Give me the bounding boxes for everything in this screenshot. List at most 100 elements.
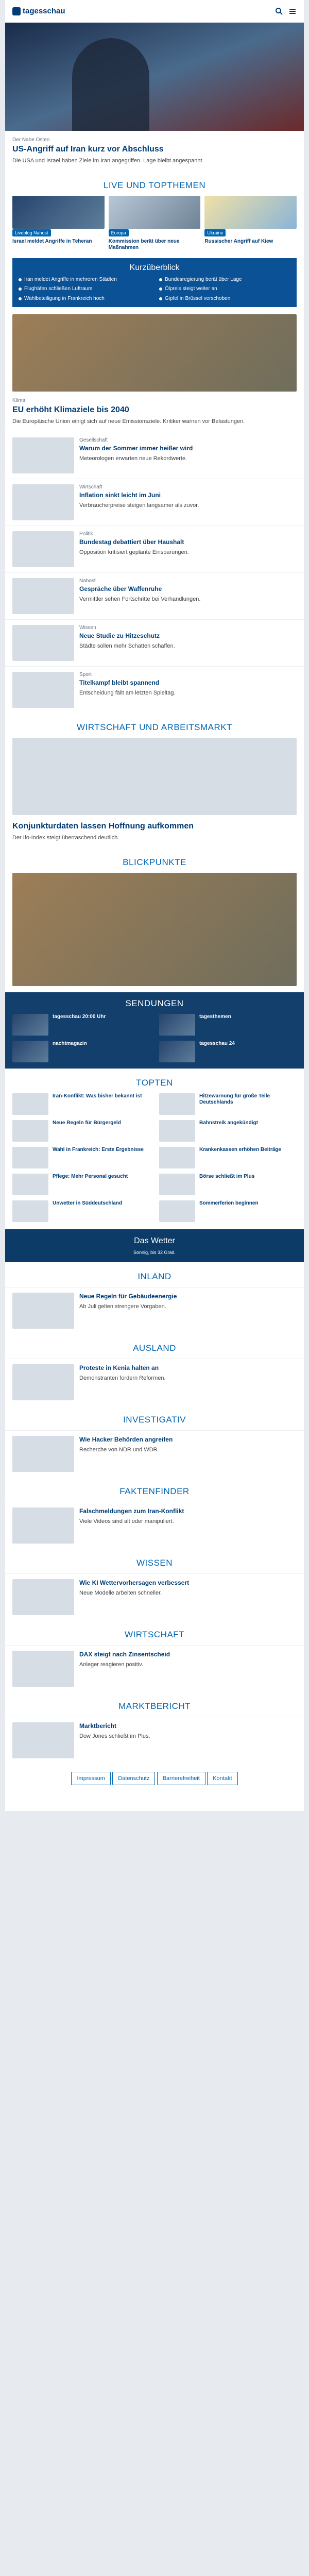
- story-image: [12, 578, 74, 615]
- topten-grid: Iran-Konflikt: Was bisher bekannt ist Hi…: [5, 1093, 304, 1229]
- topten-title-text: Iran-Konflikt: Was bisher bekannt ist: [53, 1093, 142, 1099]
- story-kicker: Gesellschaft: [79, 437, 108, 444]
- story-text: Verbraucherpreise steigen langsamer als …: [79, 502, 199, 509]
- story-headline[interactable]: Bundestag debattiert über Haushalt: [79, 538, 297, 546]
- focus-image[interactable]: [12, 873, 297, 987]
- lead-headline[interactable]: EU erhöht Klimaziele bis 2040: [12, 405, 297, 415]
- hero-image[interactable]: [5, 23, 304, 131]
- investigative-story[interactable]: Wie Hacker Behörden angreifen Recherche v…: [5, 1430, 304, 1477]
- topten-item[interactable]: Hitzewarnung für große Teile Deutschland…: [159, 1093, 297, 1115]
- summary-item[interactable]: Gipfel in Brüssel verschoben: [159, 296, 290, 302]
- economy-text: Der Ifo-Index steigt überraschend deutli…: [12, 835, 119, 841]
- story-row[interactable]: Wirtschaft Inflation sinkt leicht im Juni…: [5, 479, 304, 526]
- lead-story[interactable]: Klima EU erhöht Klimaziele bis 2040 Die …: [5, 392, 304, 432]
- live-label: Ukraine: [204, 229, 226, 236]
- broadcast-title: nachtmagazin: [53, 1041, 87, 1047]
- market-story[interactable]: Marktbericht Dow Jones schließt im Plus.: [5, 1717, 304, 1764]
- lead-image[interactable]: [12, 314, 297, 392]
- bullet-icon: [159, 297, 162, 300]
- abroad-headline[interactable]: Proteste in Kenia halten an: [79, 1364, 297, 1372]
- story-text: Entscheidung fällt am letzten Spieltag.: [79, 690, 176, 697]
- footer-link[interactable]: Kontakt: [207, 1772, 238, 1786]
- topten-item[interactable]: Börse schließt im Plus: [159, 1174, 297, 1196]
- live-label: Liveblog Nahost: [12, 229, 51, 236]
- topten-image: [159, 1200, 195, 1223]
- story-row[interactable]: Politik Bundestag debattiert über Haushal…: [5, 526, 304, 572]
- story-headline[interactable]: Warum der Sommer immer heißer wird: [79, 445, 297, 452]
- summary-item[interactable]: Wahlbeteiligung in Frankreich hoch: [19, 296, 150, 302]
- story-text: Vermittler sehen Fortschritte bei Verhan…: [79, 596, 201, 603]
- economy-section-title: Wirtschaft und Arbeitsmarkt: [77, 722, 232, 733]
- story-row[interactable]: Sport Titelkampf bleibt spannend Entscheid…: [5, 666, 304, 713]
- story-image: [12, 484, 74, 521]
- footer-link[interactable]: Barrierefreiheit: [157, 1772, 205, 1786]
- broadcast-item[interactable]: tagesthemen: [159, 1014, 297, 1036]
- broadcasts-section: Sendungen tagesschau 20:00 Uhr tagesthem…: [5, 992, 304, 1069]
- factfinder-headline[interactable]: Falschmeldungen zum Iran-Konflikt: [79, 1507, 297, 1515]
- economy-image[interactable]: [12, 738, 297, 816]
- story-row[interactable]: Nahost Gespräche über Waffenruhe Vermittle…: [5, 572, 304, 619]
- topten-item[interactable]: Pflege: Mehr Personal gesucht: [12, 1174, 150, 1196]
- factfinder-image: [12, 1507, 74, 1544]
- broadcast-item[interactable]: nachtmagazin: [12, 1041, 150, 1063]
- hero-text: Die USA und Israel haben Ziele im Iran a…: [12, 158, 204, 164]
- abroad-image: [12, 1364, 74, 1401]
- summary-item-text: Ölpreis steigt weiter an: [165, 286, 217, 292]
- broadcast-item[interactable]: tagesschau 24: [159, 1041, 297, 1063]
- summary-item[interactable]: Ölpreis steigt weiter an: [159, 286, 290, 293]
- search-icon[interactable]: [275, 7, 283, 15]
- summary-item[interactable]: Flughäfen schließen Luftraum: [19, 286, 150, 293]
- investigative-headline[interactable]: Wie Hacker Behörden angreifen: [79, 1436, 297, 1444]
- story-image: [12, 672, 74, 708]
- story-headline[interactable]: Inflation sinkt leicht im Juni: [79, 492, 297, 499]
- hero-teaser[interactable]: Der Nahe Osten US-Angriff auf Iran kurz …: [5, 131, 304, 171]
- business-headline[interactable]: DAX steigt nach Zinsentscheid: [79, 1651, 297, 1658]
- knowledge-headline[interactable]: Wie KI Wettervorhersagen verbessert: [79, 1579, 297, 1587]
- story-headline[interactable]: Titelkampf bleibt spannend: [79, 679, 297, 687]
- topten-title-text: Krankenkassen erhöhen Beiträge: [199, 1147, 281, 1153]
- broadcast-item[interactable]: tagesschau 20:00 Uhr: [12, 1014, 150, 1036]
- inland-title: Inland: [138, 1272, 171, 1282]
- topten-item[interactable]: Iran-Konflikt: Was bisher bekannt ist: [12, 1093, 150, 1115]
- topten-image: [159, 1120, 195, 1142]
- footer-link[interactable]: Datenschutz: [112, 1772, 156, 1786]
- market-title: Marktbericht: [118, 1701, 191, 1711]
- business-story[interactable]: DAX steigt nach Zinsentscheid Anleger rea…: [5, 1645, 304, 1692]
- footer-link[interactable]: Impressum: [71, 1772, 111, 1786]
- factfinder-title: Faktenfinder: [119, 1486, 190, 1497]
- lead-kicker: Klima: [12, 398, 26, 404]
- menu-icon[interactable]: [288, 7, 297, 15]
- topten-item[interactable]: Sommerferien beginnen: [159, 1200, 297, 1223]
- summary-item[interactable]: Bundesregierung berät über Lage: [159, 277, 290, 283]
- market-headline[interactable]: Marktbericht: [79, 1722, 297, 1730]
- topten-item[interactable]: Wahl in Frankreich: Erste Ergebnisse: [12, 1147, 150, 1169]
- knowledge-story[interactable]: Wie KI Wettervorhersagen verbessert Neue …: [5, 1573, 304, 1620]
- story-row[interactable]: Gesellschaft Warum der Sommer immer heiße…: [5, 432, 304, 479]
- inland-story[interactable]: Neue Regeln für Gebäudeenergie Ab Juli ge…: [5, 1287, 304, 1334]
- story-text: Opposition kritisiert geplante Einsparun…: [79, 549, 189, 556]
- weather-band[interactable]: Das Wetter Sonnig, bis 32 Grad.: [5, 1229, 304, 1263]
- topten-item[interactable]: Neue Regeln für Bürgergeld: [12, 1120, 150, 1142]
- live-card[interactable]: Liveblog Nahost Israel meldet Angriffe in…: [12, 195, 105, 251]
- topten-item[interactable]: Unwetter in Süddeutschland: [12, 1200, 150, 1223]
- live-card[interactable]: Europa Kommission berät über neue Maßnahm…: [108, 195, 201, 251]
- summary-item[interactable]: Iran meldet Angriffe in mehreren Städten: [19, 277, 150, 283]
- summary-item-text: Bundesregierung berät über Lage: [165, 276, 242, 282]
- live-card[interactable]: Ukraine Russischer Angriff auf Kiew: [204, 195, 297, 251]
- story-headline[interactable]: Neue Studie zu Hitzeschutz: [79, 632, 297, 640]
- broadcasts-title: Sendungen: [125, 998, 184, 1009]
- economy-story[interactable]: Konjunkturdaten lassen Hoffnung aufkomme…: [5, 815, 304, 848]
- story-headline[interactable]: Gespräche über Waffenruhe: [79, 585, 297, 593]
- factfinder-story[interactable]: Falschmeldungen zum Iran-Konflikt Viele V…: [5, 1502, 304, 1549]
- topten-item[interactable]: Krankenkassen erhöhen Beiträge: [159, 1147, 297, 1169]
- inland-headline[interactable]: Neue Regeln für Gebäudeenergie: [79, 1293, 297, 1300]
- topten-item[interactable]: Bahnstreik angekündigt: [159, 1120, 297, 1142]
- abroad-story[interactable]: Proteste in Kenia halten an Demonstranten…: [5, 1359, 304, 1405]
- topten-title: Topten: [136, 1078, 173, 1088]
- site-logo[interactable]: tagesschau: [12, 7, 65, 15]
- business-image: [12, 1651, 74, 1687]
- story-row[interactable]: Wissen Neue Studie zu Hitzeschutz Städte s…: [5, 619, 304, 666]
- hero-headline[interactable]: US-Angriff auf Iran kurz vor Abschluss: [12, 144, 297, 155]
- live-image: [108, 195, 201, 229]
- economy-headline[interactable]: Konjunkturdaten lassen Hoffnung aufkomme…: [12, 821, 297, 832]
